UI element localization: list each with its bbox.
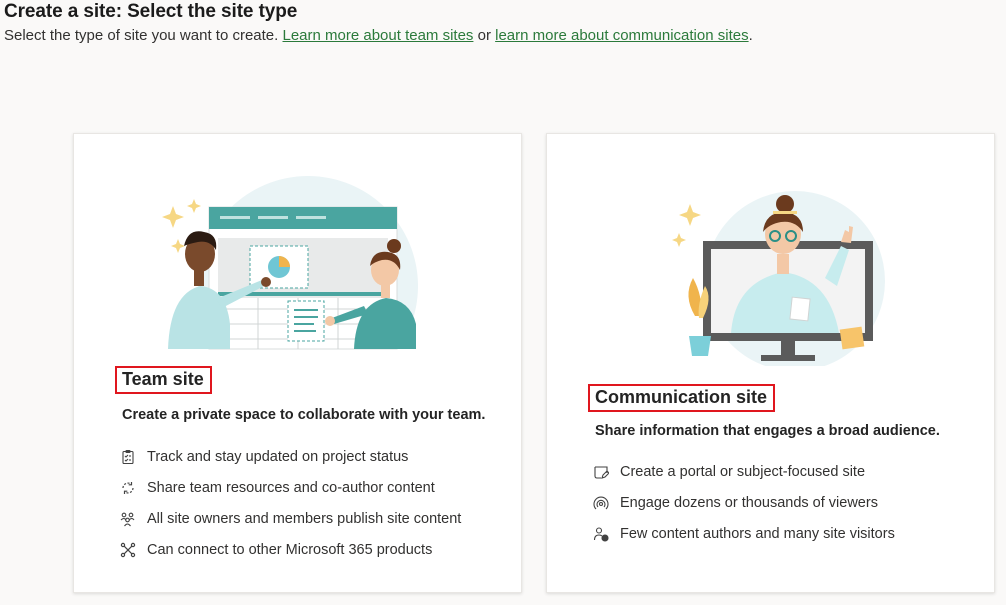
subtitle-prefix: Select the type of site you want to crea… [4,27,283,44]
list-item: Create a portal or subject-focused site [593,456,895,487]
feature-label: Share team resources and co-author conte… [147,479,435,496]
sync-circle-icon [122,481,134,494]
learn-more-communication-sites-link[interactable]: learn more about communication sites [495,27,748,44]
edit-note-icon [594,465,609,479]
create-site-page: Create a site: Select the site type Sele… [0,0,1006,605]
list-item: Few content authors and many site visito… [593,518,895,549]
learn-more-team-sites-link[interactable]: Learn more about team sites [283,27,474,44]
subtitle-mid: or [473,27,496,44]
feature-label: Can connect to other Microsoft 365 produ… [147,541,433,558]
team-site-card[interactable]: Team site Create a private space to coll… [73,133,522,593]
communication-site-title: Communication site [588,384,776,412]
communication-site-feature-list: Create a portal or subject-focused site … [593,456,895,549]
feature-label: Engage dozens or thousands of viewers [620,494,878,511]
broadcast-icon [593,496,609,509]
feature-label: Few content authors and many site visito… [620,525,895,542]
communication-site-illustration [672,191,885,366]
clipboard-checklist-icon [122,449,134,464]
page-subtitle: Select the type of site you want to crea… [4,27,753,44]
list-item: Can connect to other Microsoft 365 produ… [120,534,461,565]
page-title: Create a site: Select the site type [4,1,298,22]
list-item: Engage dozens or thousands of viewers [593,487,895,518]
team-site-title: Team site [115,366,212,394]
connector-icon [120,542,136,557]
list-item: Track and stay updated on project status [120,441,461,472]
feature-label: All site owners and members publish site… [147,510,462,527]
people-group-icon [120,512,135,526]
list-item: Share team resources and co-author conte… [120,472,461,503]
feature-label: Create a portal or subject-focused site [620,463,866,480]
person-chat-icon [593,526,609,542]
communication-site-description: Share information that engages a broad a… [595,423,940,439]
list-item: All site owners and members publish site… [120,503,461,534]
team-site-illustration [158,176,448,354]
team-site-feature-list: Track and stay updated on project status… [120,441,461,565]
team-site-description: Create a private space to collaborate wi… [122,407,486,423]
feature-label: Track and stay updated on project status [147,448,409,465]
communication-site-card[interactable]: Communication site Share information tha… [546,133,995,593]
subtitle-suffix: . [748,27,753,44]
